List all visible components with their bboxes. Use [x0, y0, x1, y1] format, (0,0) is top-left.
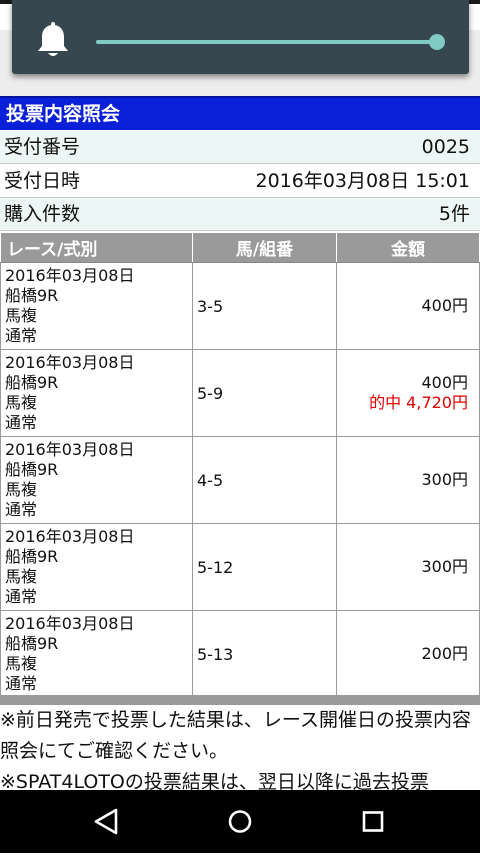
bet-mode: 通常 [5, 587, 38, 606]
amount-cell: 200円 [336, 610, 480, 698]
combo-cell: 5-12 [192, 523, 337, 611]
amount-value: 400円 [421, 296, 468, 315]
bet-type: 馬複 [5, 654, 38, 673]
back-icon[interactable] [68, 790, 148, 853]
bet-mode: 通常 [5, 500, 38, 519]
table-footer-bar [0, 695, 480, 705]
note-text: ※SPAT4LOTOの投票結果は、翌日以降に過去投票 [0, 771, 429, 790]
table-row: 2016年03月08日 船橋9R 馬複 通常 5-9 400円 的中 4,720… [0, 349, 480, 437]
volume-slider-thumb[interactable] [429, 34, 445, 50]
column-header-amount: 金額 [336, 232, 480, 263]
info-label: 受付番号 [4, 136, 81, 158]
info-row-receipt-datetime: 受付日時 2016年03月08日 15:01 [0, 165, 480, 198]
race-cell: 2016年03月08日 船橋9R 馬複 通常 [0, 262, 193, 350]
combo-cell: 3-5 [192, 262, 337, 350]
race-name: 船橋9R [5, 373, 59, 392]
race-date: 2016年03月08日 [5, 440, 135, 459]
bet-type: 馬複 [5, 480, 38, 499]
race-name: 船橋9R [5, 460, 59, 479]
navigation-bar [0, 790, 480, 853]
amount-cell: 400円 的中 4,720円 [336, 349, 480, 437]
table-row: 2016年03月08日 船橋9R 馬複 通常 4-5 300円 [0, 436, 480, 524]
info-value: 2016年03月08日 15:01 [255, 170, 470, 192]
table-row: 2016年03月08日 船橋9R 馬複 通常 5-12 300円 [0, 523, 480, 611]
volume-panel [12, 0, 469, 74]
info-row-purchase-count: 購入件数 5件 [0, 198, 480, 231]
amount-value: 200円 [421, 644, 468, 663]
combo-cell: 5-13 [192, 610, 337, 698]
bet-type: 馬複 [5, 567, 38, 586]
bet-mode: 通常 [5, 326, 38, 345]
table-row: 2016年03月08日 船橋9R 馬複 通常 3-5 400円 [0, 262, 480, 350]
race-name: 船橋9R [5, 634, 59, 653]
info-row-receipt-number: 受付番号 0025 [0, 131, 480, 164]
bell-icon[interactable] [36, 22, 70, 60]
combo-cell: 4-5 [192, 436, 337, 524]
amount-value: 400円 [421, 373, 468, 392]
bet-mode: 通常 [5, 674, 38, 693]
combo-cell: 5-9 [192, 349, 337, 437]
amount-cell: 400円 [336, 262, 480, 350]
notes-section: ※前日発売で投票した結果は、レース開催日の投票内容照会にてご確認ください。 ※S… [0, 705, 480, 790]
info-value: 0025 [421, 136, 470, 158]
bet-table: レース/式別 馬/組番 金額 2016年03月08日 船橋9R 馬複 通常 3-… [0, 232, 480, 698]
race-name: 船橋9R [5, 286, 59, 305]
volume-slider-track[interactable] [96, 40, 437, 44]
race-cell: 2016年03月08日 船橋9R 馬複 通常 [0, 523, 193, 611]
race-cell: 2016年03月08日 船橋9R 馬複 通常 [0, 436, 193, 524]
info-label: 購入件数 [4, 203, 81, 225]
column-header-combo: 馬/組番 [192, 232, 337, 263]
race-cell: 2016年03月08日 船橋9R 馬複 通常 [0, 610, 193, 698]
amount-value: 300円 [421, 557, 468, 576]
bet-type: 馬複 [5, 393, 38, 412]
table-header-row: レース/式別 馬/組番 金額 [0, 232, 480, 263]
recents-icon[interactable] [333, 790, 413, 853]
page-title: 投票内容照会 [0, 96, 480, 130]
table-row: 2016年03月08日 船橋9R 馬複 通常 5-13 200円 [0, 610, 480, 698]
bet-type: 馬複 [5, 306, 38, 325]
race-name: 船橋9R [5, 547, 59, 566]
amount-cell: 300円 [336, 436, 480, 524]
amount-value: 300円 [421, 470, 468, 489]
home-icon[interactable] [200, 790, 280, 853]
race-cell: 2016年03月08日 船橋9R 馬複 通常 [0, 349, 193, 437]
race-date: 2016年03月08日 [5, 614, 135, 633]
amount-cell: 300円 [336, 523, 480, 611]
bet-mode: 通常 [5, 413, 38, 432]
race-date: 2016年03月08日 [5, 353, 135, 372]
hit-payout: 的中 4,720円 [369, 393, 468, 412]
note-text: ※前日発売で投票した結果は、レース開催日の投票内容照会にてご確認ください。 [0, 709, 471, 762]
race-date: 2016年03月08日 [5, 527, 135, 546]
info-value: 5件 [438, 203, 470, 225]
column-header-race: レース/式別 [0, 232, 193, 263]
info-label: 受付日時 [4, 170, 81, 192]
race-date: 2016年03月08日 [5, 266, 135, 285]
